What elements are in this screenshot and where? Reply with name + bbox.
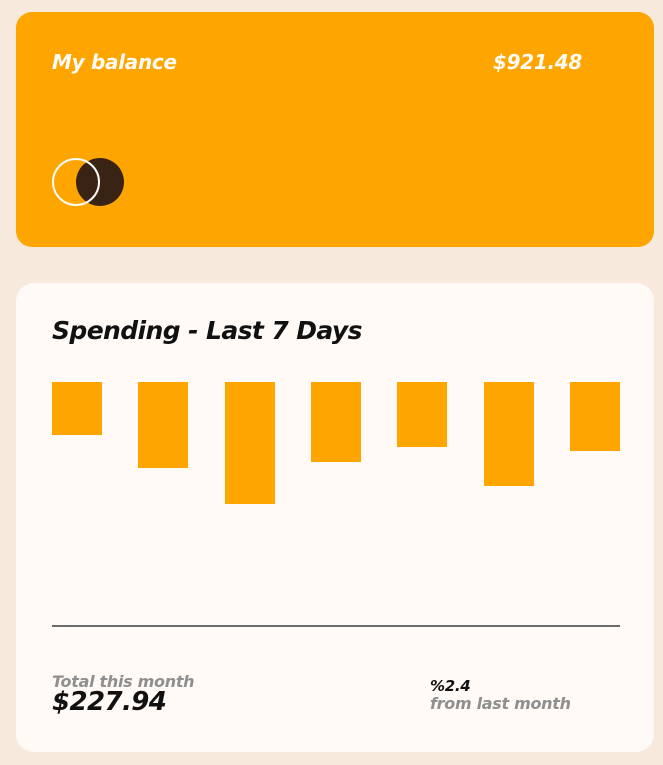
chart-bar-7[interactable] xyxy=(570,382,620,451)
balance-card: My balance $921.48 xyxy=(16,12,654,247)
chart-bar-3[interactable] xyxy=(225,382,275,504)
chart-bar-2[interactable] xyxy=(138,382,188,468)
chart-bar-5[interactable] xyxy=(397,382,447,447)
change-label: from last month xyxy=(430,694,571,713)
spending-bar-chart xyxy=(52,382,620,562)
spending-card: Spending - Last 7 Days Total this month … xyxy=(16,283,654,752)
divider xyxy=(52,625,620,627)
spending-title: Spending - Last 7 Days xyxy=(52,316,362,345)
card-logo-icon xyxy=(52,158,126,208)
chart-bar-4[interactable] xyxy=(311,382,361,462)
chart-bar-1[interactable] xyxy=(52,382,102,435)
balance-amount: $921.48 xyxy=(493,50,582,74)
balance-label: My balance xyxy=(52,50,177,74)
change-percent: %2.4 xyxy=(430,677,471,695)
logo-ring-circle xyxy=(52,158,100,206)
total-amount: $227.94 xyxy=(52,687,167,717)
chart-bar-6[interactable] xyxy=(484,382,534,486)
